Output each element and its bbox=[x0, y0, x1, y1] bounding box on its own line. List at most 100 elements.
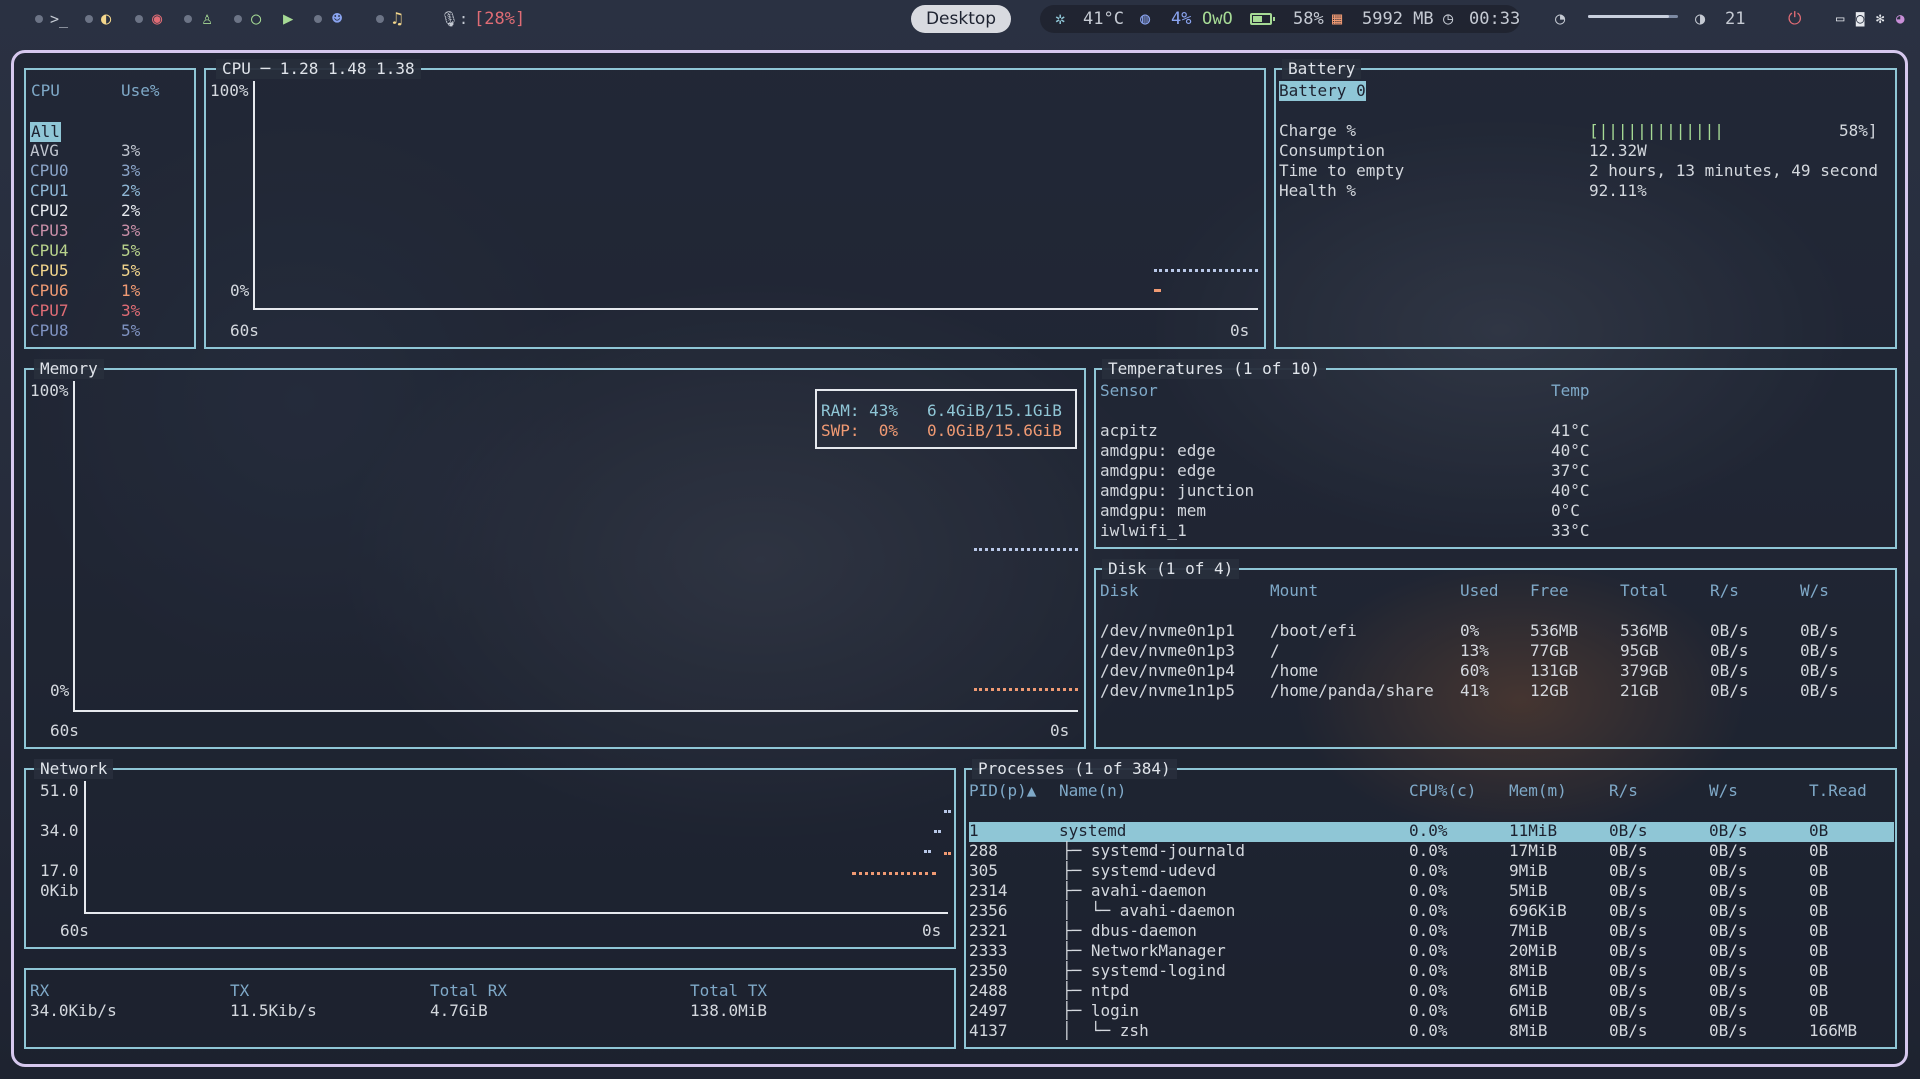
disk-column-header[interactable]: Total bbox=[1620, 581, 1668, 601]
disk-column-header[interactable]: Used bbox=[1460, 581, 1499, 601]
gamepad-icon[interactable]: ◙ bbox=[1856, 6, 1864, 32]
process-pid[interactable]: 288 bbox=[969, 841, 998, 861]
process-pid[interactable]: 2488 bbox=[969, 981, 1008, 1001]
disk-cell: 95GB bbox=[1620, 641, 1659, 660]
process-pid[interactable]: 4137 bbox=[969, 1021, 1008, 1041]
cpu-series-line bbox=[1154, 269, 1258, 272]
wifi-icon[interactable]: ✻ bbox=[1876, 6, 1884, 32]
process-name[interactable]: │ └─ zsh bbox=[1062, 1021, 1149, 1041]
cpu-row-name[interactable]: CPU6 bbox=[30, 281, 69, 301]
process-column-header[interactable]: Mem(m) bbox=[1509, 781, 1567, 801]
cpu-row-name[interactable]: AVG bbox=[30, 141, 59, 161]
disk-cell: 536MB bbox=[1620, 621, 1669, 640]
cpu-row-name[interactable]: CPU8 bbox=[30, 321, 69, 341]
process-cell: 0.0% bbox=[1409, 841, 1448, 860]
disk-column-header[interactable]: Free bbox=[1530, 581, 1569, 601]
disk-column-header[interactable]: R/s bbox=[1710, 581, 1739, 601]
cpu-row-name[interactable]: CPU7 bbox=[30, 301, 69, 321]
process-name[interactable]: ├─ NetworkManager bbox=[1062, 941, 1226, 961]
color-picker-icon[interactable]: ◕ bbox=[1896, 6, 1904, 32]
workspace-button[interactable]: Desktop bbox=[911, 5, 1011, 33]
linux-icon[interactable]: ♙ bbox=[202, 6, 212, 32]
process-name[interactable]: ├─ systemd-udevd bbox=[1062, 861, 1216, 881]
process-name[interactable]: systemd bbox=[1059, 821, 1126, 841]
workspace-dot-icon[interactable] bbox=[135, 15, 143, 23]
workspace-dot-icon[interactable] bbox=[85, 15, 93, 23]
disk-cell[interactable]: /dev/nvme0n1p4 bbox=[1100, 661, 1235, 681]
disk-cell[interactable]: /dev/nvme0n1p1 bbox=[1100, 621, 1235, 641]
clock-icon: ◷ bbox=[1443, 9, 1454, 29]
process-name[interactable]: ├─ ntpd bbox=[1062, 981, 1129, 1001]
process-pid[interactable]: 2356 bbox=[969, 901, 1008, 921]
brightness-icon[interactable]: ◑ bbox=[1695, 6, 1705, 32]
disk-cell: / bbox=[1270, 641, 1280, 660]
process-cell: 696KiB bbox=[1509, 901, 1567, 920]
process-pid[interactable]: 2497 bbox=[969, 1001, 1008, 1021]
process-name[interactable]: ├─ systemd-journald bbox=[1062, 841, 1245, 861]
process-column-header[interactable]: R/s bbox=[1609, 781, 1638, 801]
cpu-row-name[interactable]: CPU5 bbox=[30, 261, 69, 281]
disk-column-header[interactable]: Disk bbox=[1100, 581, 1139, 601]
process-column-header[interactable]: CPU%(c) bbox=[1409, 781, 1476, 801]
process-name[interactable]: ├─ avahi-daemon bbox=[1062, 881, 1207, 901]
process-pid[interactable]: 2350 bbox=[969, 961, 1008, 981]
process-name[interactable]: ├─ dbus-daemon bbox=[1062, 921, 1197, 941]
process-cell: 0B bbox=[1809, 821, 1829, 840]
process-pid[interactable]: 1 bbox=[969, 821, 979, 841]
cpu-list-header-use: Use% bbox=[121, 81, 160, 100]
process-name[interactable]: │ └─ avahi-daemon bbox=[1062, 901, 1235, 921]
battery-selector[interactable]: Battery 0 bbox=[1279, 81, 1366, 101]
cpu-row-name[interactable]: CPU2 bbox=[30, 201, 69, 221]
chrome-icon[interactable]: ◉ bbox=[152, 6, 162, 32]
moon-icon[interactable]: ◐ bbox=[101, 6, 111, 32]
cpu-row-name[interactable]: CPU4 bbox=[30, 241, 69, 261]
process-column-header[interactable]: Name(n) bbox=[1059, 781, 1126, 801]
process-name[interactable]: ├─ login bbox=[1062, 1001, 1139, 1021]
circle-icon[interactable]: ○ bbox=[251, 6, 261, 32]
memory-icon: ▦ bbox=[1332, 9, 1343, 29]
workspace-dot-icon[interactable] bbox=[234, 15, 242, 23]
process-pid[interactable]: 2314 bbox=[969, 881, 1008, 901]
window-icon[interactable]: ▭ bbox=[1836, 6, 1844, 32]
volume-icon[interactable]: ◔ bbox=[1555, 6, 1565, 32]
cpu-list-header-cpu: CPU bbox=[31, 81, 60, 100]
disk-cell[interactable]: /dev/nvme0n1p3 bbox=[1100, 641, 1235, 661]
temperatures-header-sensor: Sensor bbox=[1100, 381, 1158, 400]
workspace-dot-icon[interactable] bbox=[376, 15, 384, 23]
battery-row-value: [||||||||||||| bbox=[1589, 121, 1724, 140]
cpu-row-name[interactable]: CPU0 bbox=[30, 161, 69, 181]
cpu-row-name[interactable]: CPU1 bbox=[30, 181, 69, 201]
process-cell: 0.0% bbox=[1409, 901, 1448, 920]
network-y-label: 34.0 bbox=[40, 821, 79, 840]
battery-title: Battery bbox=[1282, 59, 1362, 79]
process-pid[interactable]: 2321 bbox=[969, 921, 1008, 941]
microphone-icon[interactable]: 🎙: bbox=[440, 6, 468, 32]
process-column-header[interactable]: T.Read bbox=[1809, 781, 1867, 801]
disk-column-header[interactable]: W/s bbox=[1800, 581, 1829, 601]
discord-icon[interactable]: ☻ bbox=[332, 6, 342, 32]
process-pid[interactable]: 305 bbox=[969, 861, 998, 881]
cpu-row-name[interactable]: CPU3 bbox=[30, 221, 69, 241]
workspace-dot-icon[interactable] bbox=[184, 15, 192, 23]
process-name[interactable]: ├─ systemd-logind bbox=[1062, 961, 1226, 981]
music-icon[interactable]: ♫ bbox=[392, 6, 402, 32]
process-column-header[interactable]: W/s bbox=[1709, 781, 1738, 801]
disk-cell[interactable]: /dev/nvme1n1p5 bbox=[1100, 681, 1235, 701]
process-pid[interactable]: 2333 bbox=[969, 941, 1008, 961]
process-column-header[interactable]: PID(p)▲ bbox=[969, 781, 1036, 801]
process-cell: 0.0% bbox=[1409, 1001, 1448, 1020]
volume-slider[interactable] bbox=[1588, 15, 1678, 18]
memory-x-right: 0s bbox=[1050, 721, 1070, 740]
cpu-all-selector[interactable]: All bbox=[30, 122, 61, 142]
terminal-icon[interactable]: >_ bbox=[50, 6, 68, 32]
workspace-dot-icon[interactable] bbox=[35, 15, 43, 23]
disk-cell: /home bbox=[1270, 661, 1319, 680]
power-icon[interactable]: ⏻ bbox=[1788, 6, 1801, 32]
disk-cell: 0B/s bbox=[1800, 681, 1839, 700]
temperature-row-value: 41°C bbox=[1551, 421, 1590, 440]
network-panel: Network 51.0 34.0 17.0 0Kib 60s 0s bbox=[24, 759, 956, 949]
workspace-dot-icon[interactable] bbox=[314, 15, 322, 23]
disk-cell: 536MB bbox=[1530, 621, 1579, 640]
play-icon[interactable]: ▶ bbox=[283, 6, 293, 32]
disk-column-header[interactable]: Mount bbox=[1270, 581, 1318, 601]
